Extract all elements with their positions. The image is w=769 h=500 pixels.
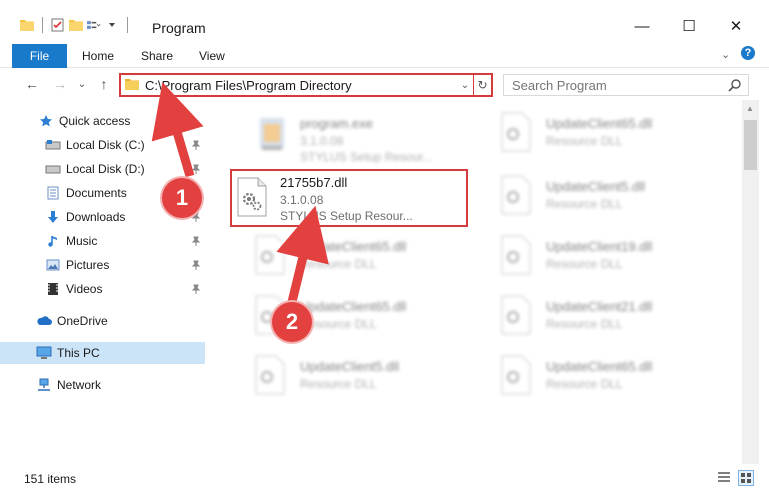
sidebar-item-videos[interactable]: Videos — [0, 278, 205, 300]
music-icon — [45, 233, 61, 249]
address-path[interactable]: C:\Program Files\Program Directory — [145, 78, 457, 93]
customize-toolbar-icon[interactable] — [87, 18, 101, 32]
vertical-scrollbar[interactable]: ▲ — [742, 100, 759, 464]
file-item[interactable]: UpdateClient65.dll Resource DLL — [476, 104, 706, 160]
sidebar-item-network[interactable]: Network — [0, 374, 205, 396]
quick-access-toolbar — [20, 17, 132, 33]
refresh-button[interactable]: ↻ — [473, 75, 491, 95]
tab-share[interactable]: Share — [141, 46, 173, 68]
dll-file-icon — [254, 235, 290, 277]
file-item[interactable]: UpdateClient65.dll Resource DLL — [230, 287, 460, 343]
pin-icon[interactable] — [191, 283, 201, 297]
star-icon — [38, 113, 54, 129]
ribbon-tabs: File Home Share View ⌄ ? — [0, 40, 769, 68]
sidebar-item-this-pc[interactable]: This PC — [0, 342, 205, 364]
scrollbar-thumb[interactable] — [744, 120, 757, 170]
search-input[interactable] — [504, 75, 714, 95]
dll-file-icon — [500, 355, 536, 397]
dll-file-icon — [500, 175, 536, 217]
back-button[interactable]: ← — [22, 74, 42, 94]
new-folder-icon[interactable] — [69, 18, 83, 32]
step-2-badge: 2 — [272, 302, 312, 342]
dll-file-icon — [500, 112, 536, 154]
properties-icon[interactable] — [51, 18, 65, 32]
minimize-button[interactable]: — — [622, 12, 662, 40]
close-button[interactable]: ✕ — [716, 12, 756, 40]
pin-icon[interactable] — [191, 139, 201, 153]
sidebar-item-pictures[interactable]: Pictures — [0, 254, 205, 276]
file-name: 21755b7.dll — [280, 175, 348, 190]
dll-file-icon — [236, 177, 272, 219]
help-button[interactable]: ? — [741, 46, 755, 60]
file-item[interactable]: UpdateClient21.dll Resource DLL — [476, 287, 706, 343]
documents-icon — [45, 185, 61, 201]
sidebar-item-local-disk-d[interactable]: Local Disk (D:) — [0, 158, 205, 180]
tab-view[interactable]: View — [199, 46, 225, 68]
downloads-icon — [45, 209, 61, 225]
dll-file-icon — [500, 295, 536, 337]
details-view-icon[interactable] — [716, 470, 732, 486]
exe-file-icon — [254, 112, 290, 154]
title-separator — [42, 17, 43, 33]
pictures-icon — [45, 257, 61, 273]
pin-icon[interactable] — [191, 163, 201, 177]
sidebar-item-music[interactable]: Music — [0, 230, 205, 252]
file-item[interactable]: UpdateClient65.dll Resource DLL — [476, 347, 706, 403]
search-icon[interactable] — [728, 78, 742, 95]
videos-icon — [45, 281, 61, 297]
status-bar: 151 items — [0, 464, 769, 500]
title-separator — [127, 17, 128, 33]
dll-file-icon — [500, 235, 536, 277]
file-item-21755b7-dll[interactable]: 21755b7.dll 3.1.0.08 STYLUS Setup Resour… — [230, 169, 468, 227]
sidebar-item-onedrive[interactable]: OneDrive — [0, 310, 205, 332]
sidebar-item-quick-access[interactable]: Quick access — [0, 110, 205, 132]
file-item[interactable]: UpdateClient65.dll Resource DLL — [230, 227, 460, 283]
chevron-down-icon[interactable] — [105, 18, 119, 32]
window-title: Program — [152, 20, 206, 36]
network-icon — [36, 377, 52, 393]
file-list: program.exe 3.1.0.08 STYLUS Setup Resour… — [210, 100, 742, 464]
pin-icon[interactable] — [191, 235, 201, 249]
item-count: 151 items — [24, 472, 77, 486]
tab-file[interactable]: File — [12, 44, 67, 68]
step-1-badge: 1 — [162, 178, 202, 218]
address-row: ← → ⌄ ↑ C:\Program Files\Program Directo… — [0, 68, 769, 100]
search-box[interactable] — [503, 74, 749, 96]
file-item-program-exe[interactable]: program.exe 3.1.0.08 STYLUS Setup Resour… — [230, 104, 460, 164]
address-bar[interactable]: C:\Program Files\Program Directory ⌄ ↻ — [119, 73, 493, 97]
tab-home[interactable]: Home — [82, 46, 114, 68]
address-dropdown-button[interactable]: ⌄ — [457, 80, 473, 91]
recent-locations-button[interactable]: ⌄ — [72, 74, 92, 94]
drive-icon — [45, 161, 61, 177]
scroll-up-arrow-icon[interactable]: ▲ — [746, 104, 754, 113]
file-item[interactable]: UpdateClient5.dll Resource DLL — [476, 167, 706, 223]
file-item[interactable]: UpdateClient5.dll Resource DLL — [230, 347, 460, 403]
computer-icon — [36, 345, 52, 361]
forward-button[interactable]: → — [50, 74, 70, 94]
expand-ribbon-button[interactable]: ⌄ — [721, 48, 730, 61]
title-bar: Program — ☐ ✕ — [0, 0, 769, 40]
dll-file-icon — [254, 355, 290, 397]
folder-icon[interactable] — [20, 18, 34, 32]
file-description: STYLUS Setup Resour... — [280, 209, 413, 223]
cloud-icon — [36, 313, 52, 329]
navigation-pane: Quick access Local Disk (C:) Local Disk … — [0, 108, 210, 464]
file-version: 3.1.0.08 — [280, 193, 324, 207]
file-item[interactable]: UpdateClient19.dll Resource DLL — [476, 227, 706, 283]
large-icons-view-icon[interactable] — [738, 470, 754, 486]
sidebar-item-local-disk-c[interactable]: Local Disk (C:) — [0, 134, 205, 156]
up-button[interactable]: ↑ — [94, 74, 114, 94]
pin-icon[interactable] — [191, 259, 201, 273]
folder-icon — [125, 78, 139, 93]
maximize-button[interactable]: ☐ — [669, 12, 709, 40]
drive-icon — [45, 137, 61, 153]
